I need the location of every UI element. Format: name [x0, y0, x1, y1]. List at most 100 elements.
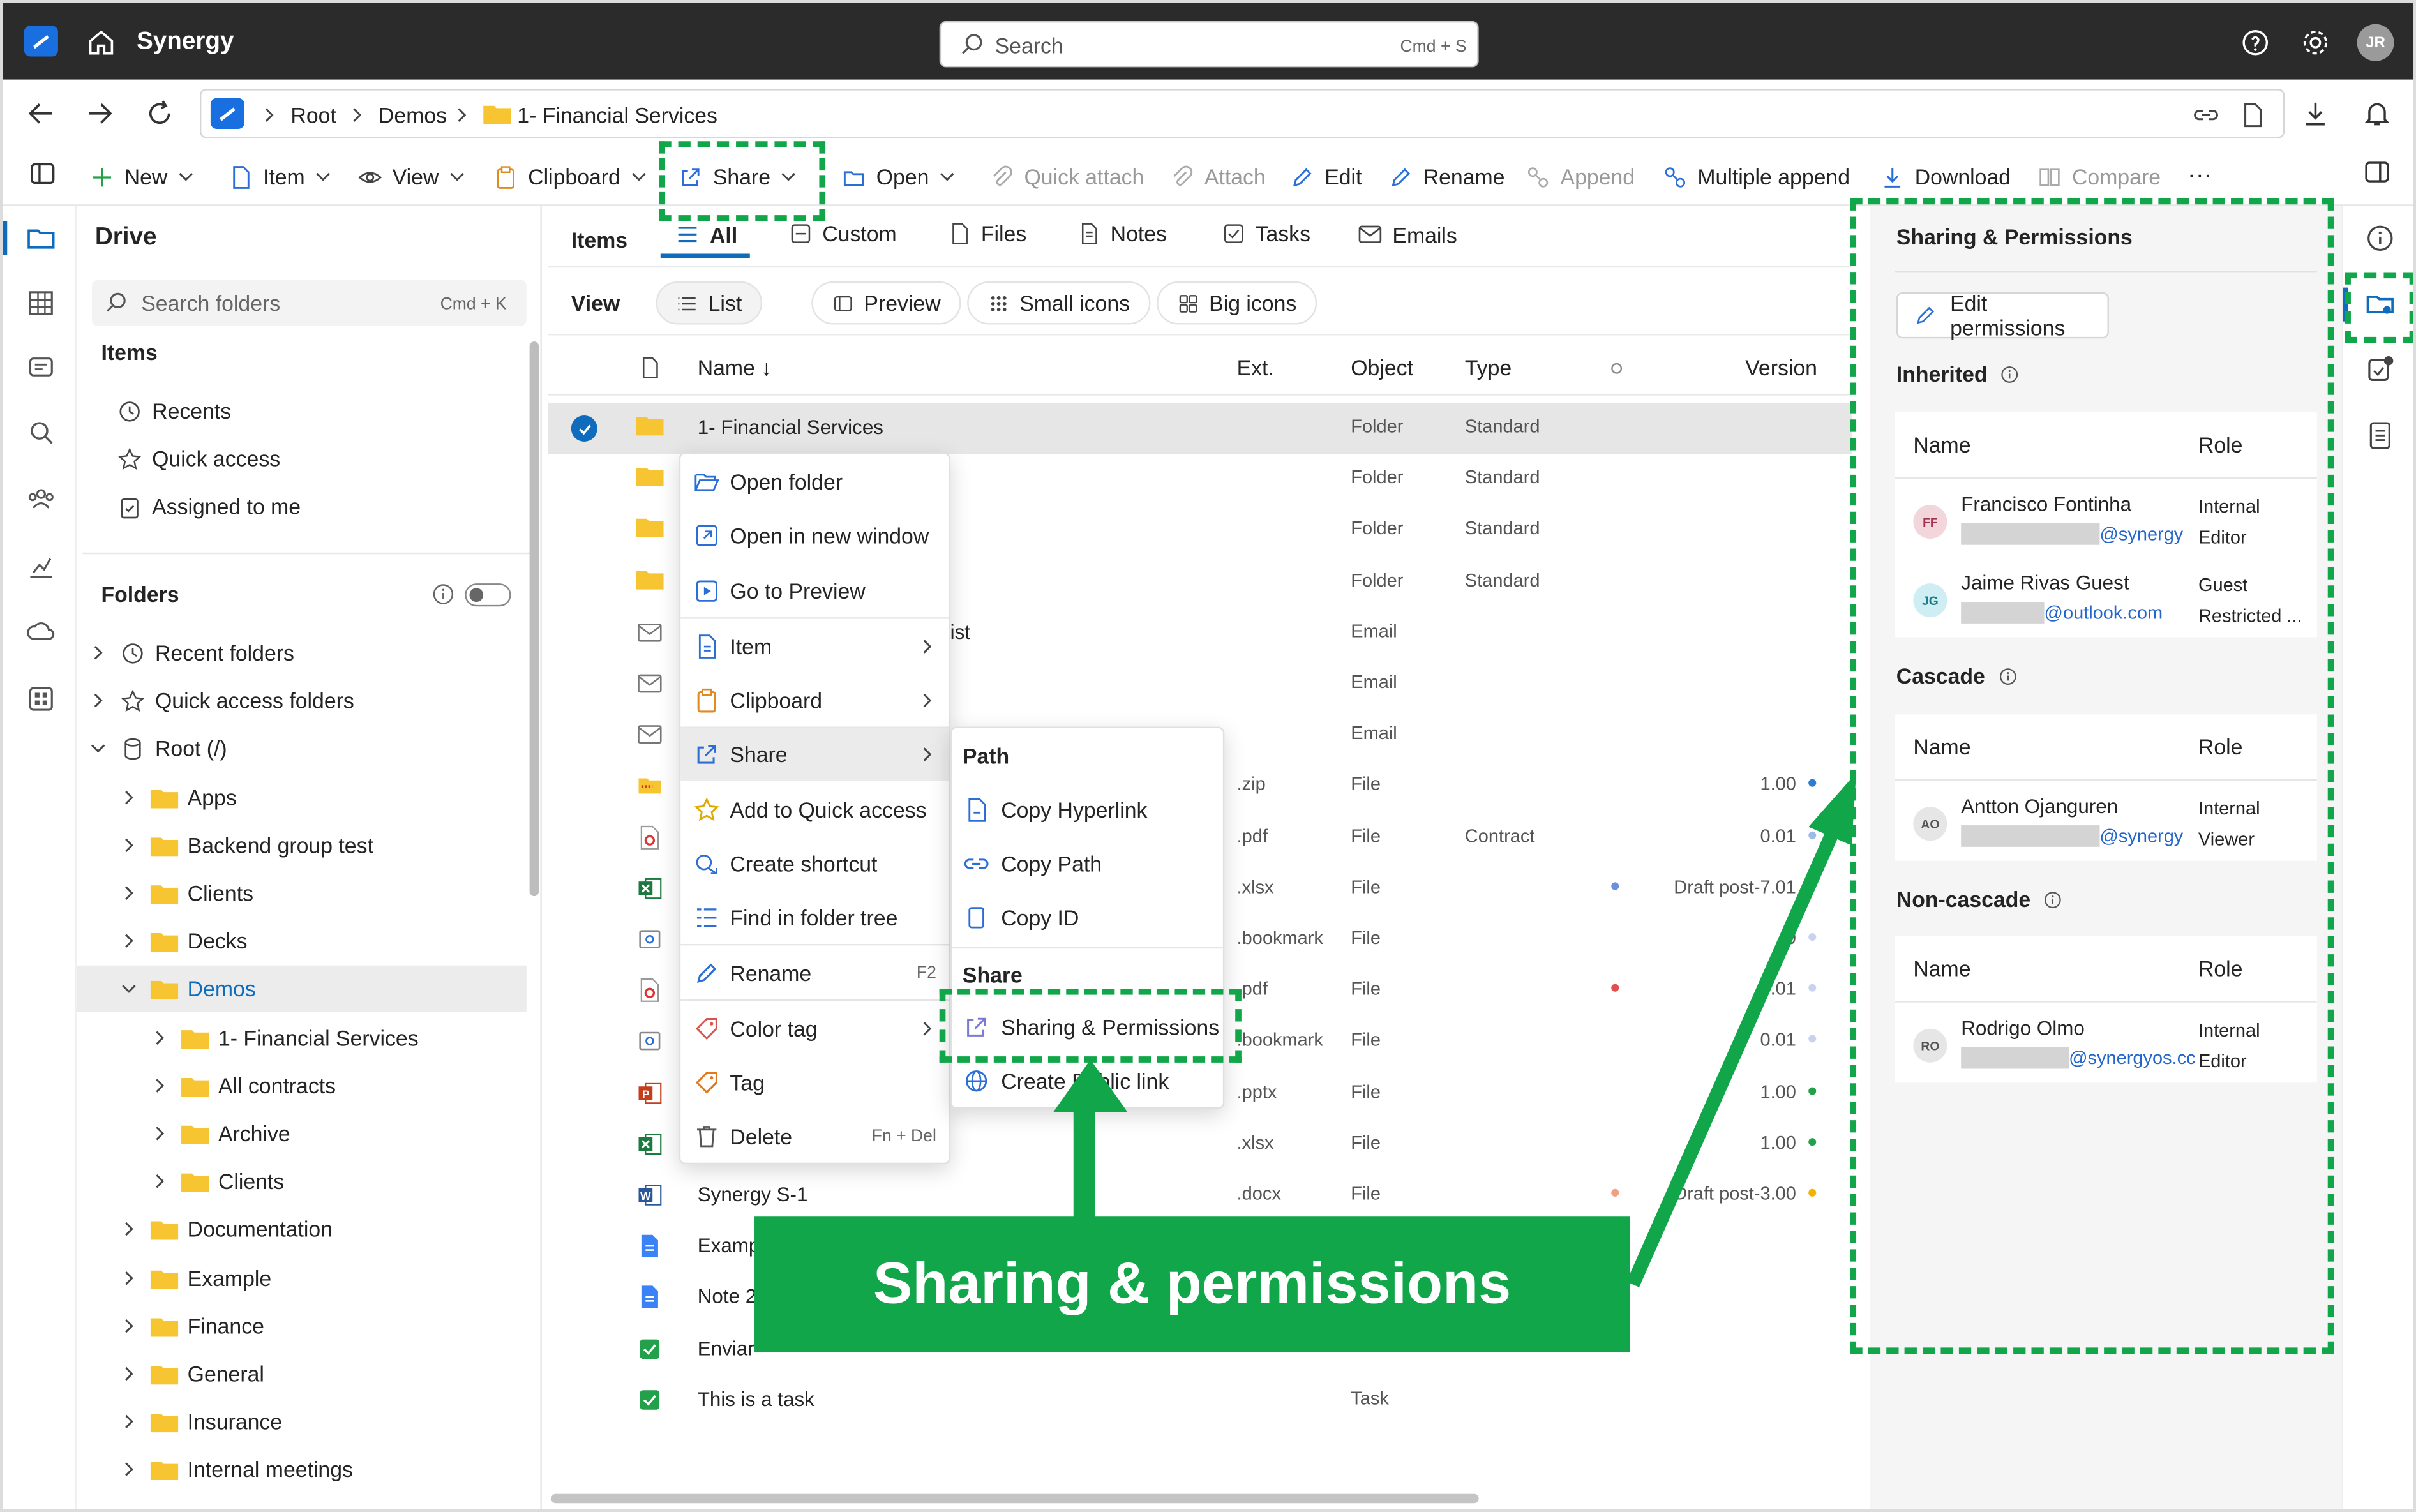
grid-table-icon[interactable] [26, 288, 56, 318]
edit-button[interactable]: Edit [1289, 147, 1362, 206]
rename-button[interactable]: Rename [1388, 147, 1504, 206]
tab-all[interactable]: All [675, 221, 737, 248]
context-menu-item-item[interactable]: Item [680, 620, 949, 673]
sidebar-item-quick-access[interactable]: Quick access [117, 438, 280, 479]
chevron-right-icon[interactable] [119, 1461, 141, 1479]
chevron-right-icon[interactable] [89, 643, 110, 662]
quick-attach-button[interactable]: Quick attach [989, 147, 1144, 206]
table-row[interactable]: 1- Financial Services Folder Standard [548, 403, 1852, 454]
view-list-chip[interactable]: List [656, 281, 762, 325]
chevron-right-icon[interactable] [119, 932, 141, 950]
people-group-icon[interactable] [26, 483, 56, 514]
chevron-right-icon[interactable] [119, 788, 141, 806]
panel-toggle-icon[interactable] [2362, 156, 2392, 187]
chevron-right-icon[interactable] [151, 1124, 172, 1142]
user-avatar[interactable]: JR [2357, 24, 2394, 61]
submenu-item-copy-hyperlink[interactable]: Copy Hyperlink [952, 784, 1223, 836]
chevron-down-icon[interactable] [89, 740, 110, 758]
tree-node[interactable]: General [119, 1354, 264, 1394]
download-button[interactable]: Download [1879, 147, 2011, 206]
tree-node[interactable]: Decks [119, 921, 248, 961]
chevron-right-icon[interactable] [119, 1365, 141, 1383]
chevron-right-icon[interactable] [151, 1172, 172, 1191]
submenu-item-copy-path[interactable]: Copy Path [952, 837, 1223, 890]
home-icon[interactable] [86, 27, 116, 58]
refresh-icon[interactable] [144, 98, 175, 129]
tree-node[interactable]: Clients [151, 1162, 284, 1202]
forward-arrow-icon[interactable] [84, 98, 115, 129]
context-menu-item-rename[interactable]: Rename F2 [680, 947, 949, 999]
column-header-type[interactable]: Type [1465, 356, 1512, 380]
view-button[interactable]: View [357, 147, 467, 206]
chevron-right-icon[interactable] [119, 1220, 141, 1239]
tree-node[interactable]: 1- Financial Services [151, 1017, 419, 1058]
folder-search-input[interactable]: Search folders Cmd + K [92, 280, 527, 326]
inbox-icon[interactable] [26, 352, 56, 383]
chevron-right-icon[interactable] [119, 1268, 141, 1287]
context-menu-item-add-to-quick-access[interactable]: Add to Quick access [680, 784, 949, 836]
append-button[interactable]: Append [1525, 147, 1635, 206]
column-header-object[interactable]: Object [1351, 356, 1413, 380]
tree-node[interactable]: Insurance [119, 1402, 282, 1442]
column-header-version[interactable]: Version [1745, 356, 1817, 380]
notes-list-icon[interactable] [2365, 420, 2396, 451]
context-menu-item-share[interactable]: Share [680, 728, 949, 781]
tab-emails[interactable]: Emails [1357, 221, 1457, 248]
tree-node[interactable]: Documentation [119, 1209, 333, 1250]
chevron-right-icon[interactable] [119, 835, 141, 854]
submenu-item-copy-id[interactable]: Copy ID [952, 892, 1223, 944]
analytics-chart-icon[interactable] [26, 551, 56, 581]
global-search-input[interactable]: Search Cmd + S [939, 20, 1479, 68]
sidebar-scrollbar[interactable] [529, 341, 539, 897]
link-icon[interactable] [2192, 101, 2219, 128]
attach-button[interactable]: Attach [1169, 147, 1266, 206]
column-header-name[interactable]: Name ↓ [698, 356, 772, 380]
chevron-right-icon[interactable] [151, 1028, 172, 1047]
chevron-right-icon[interactable] [151, 1076, 172, 1095]
folders-toggle[interactable] [465, 583, 511, 607]
tab-custom[interactable]: Custom [788, 221, 897, 246]
tree-node[interactable]: Quick access folders [89, 681, 354, 721]
context-menu-item-go-to-preview[interactable]: Go to Preview [680, 565, 949, 617]
chevron-right-icon[interactable] [119, 1317, 141, 1335]
tree-node[interactable]: Example [119, 1257, 271, 1298]
chevron-right-icon[interactable] [89, 692, 110, 710]
info-icon[interactable] [431, 582, 456, 607]
more-options-button[interactable]: ··· [2187, 147, 2212, 206]
tree-node[interactable]: Root (/) [89, 729, 227, 769]
row-selected-check-icon[interactable] [571, 415, 597, 442]
task-badge-icon[interactable] [2365, 354, 2396, 384]
context-menu-item-create-shortcut[interactable]: Create shortcut [680, 837, 949, 890]
clipboard-button[interactable]: Clipboard [493, 147, 649, 206]
context-menu-item-open-in-new-window[interactable]: Open in new window [680, 509, 949, 562]
tree-node[interactable]: Internal meetings [119, 1450, 353, 1490]
drive-folder-icon[interactable] [26, 223, 56, 253]
settings-gear-icon[interactable] [2300, 27, 2330, 58]
compare-button[interactable]: Compare [2036, 147, 2161, 206]
context-menu-item-tag[interactable]: Tag [680, 1056, 949, 1109]
sidebar-toggle-icon[interactable] [27, 158, 58, 189]
tab-tasks[interactable]: Tasks [1221, 221, 1310, 246]
breadcrumb-demos[interactable]: Demos [379, 101, 447, 128]
view-small-icons-chip[interactable]: Small icons [967, 281, 1150, 325]
help-icon[interactable] [2240, 27, 2270, 58]
table-row[interactable]: This is a task Task [548, 1375, 1852, 1426]
sidebar-item-recents[interactable]: Recents [117, 391, 231, 431]
tree-node[interactable]: Recent folders [89, 632, 294, 673]
horizontal-scrollbar[interactable] [551, 1493, 1479, 1504]
tab-notes[interactable]: Notes [1077, 221, 1167, 246]
sidebar-item-assigned-to-me[interactable]: Assigned to me [117, 486, 301, 527]
view-preview-chip[interactable]: Preview [811, 281, 961, 325]
chevron-down-icon[interactable] [119, 980, 141, 998]
bell-icon[interactable] [2362, 98, 2392, 129]
tree-node[interactable]: Clients [119, 873, 253, 913]
breadcrumb-root[interactable]: Root [290, 101, 336, 128]
tree-node[interactable]: All contracts [151, 1065, 336, 1105]
context-menu-item-find-in-folder-tree[interactable]: Find in folder tree [680, 892, 949, 944]
item-button[interactable]: Item [227, 147, 333, 206]
submenu-item-create-public-link[interactable]: Create Public link [952, 1055, 1223, 1107]
view-big-icons-chip[interactable]: Big icons [1157, 281, 1317, 325]
synergy-root-icon[interactable] [210, 98, 244, 129]
tree-node[interactable]: Apps [119, 777, 237, 817]
download-icon[interactable] [2300, 98, 2330, 129]
